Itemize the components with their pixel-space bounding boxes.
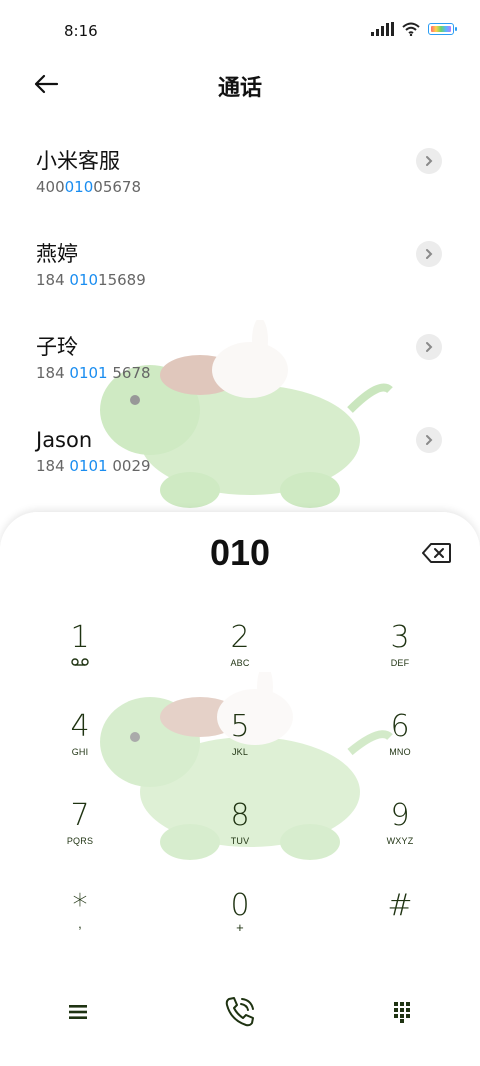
- contact-name: 子玲: [36, 335, 78, 359]
- list-item[interactable]: 燕婷 184 01015689: [0, 223, 480, 316]
- search-results-list: 小米客服 40001005678 燕婷 184 01015689 子玲 184 …: [0, 130, 480, 502]
- call-button[interactable]: [210, 982, 270, 1042]
- status-bar: 8:16: [0, 0, 480, 62]
- signal-icon: [371, 22, 394, 36]
- status-icons: [371, 22, 457, 36]
- key-9[interactable]: 9 WXYZ: [340, 798, 460, 878]
- list-item[interactable]: 小米客服 40001005678: [0, 130, 480, 223]
- contact-name: Jason: [36, 428, 93, 452]
- voicemail-icon: [71, 658, 89, 666]
- backspace-button[interactable]: [422, 542, 452, 566]
- dial-input[interactable]: 010: [0, 532, 480, 574]
- dialpad-icon: [394, 1002, 410, 1023]
- menu-icon: [69, 1005, 87, 1019]
- chevron-right-icon: [426, 156, 433, 166]
- list-item[interactable]: Jason 184 0101 0029: [0, 409, 480, 502]
- key-0[interactable]: 0 +: [180, 888, 300, 968]
- key-4[interactable]: 4 GHI: [20, 709, 140, 789]
- dialpad-panel: 010 1 2 ABC 3 DEF 4 GHI 5 JKL 6 MNO 7 PQ…: [0, 512, 480, 1066]
- battery-icon: [428, 23, 457, 35]
- contact-number: 40001005678: [36, 178, 141, 196]
- phone-call-icon: [225, 997, 254, 1027]
- wifi-icon: [402, 22, 420, 36]
- chevron-right-icon: [426, 435, 433, 445]
- key-8[interactable]: 8 TUV: [180, 798, 300, 878]
- contact-number: 184 01015689: [36, 271, 146, 289]
- backspace-icon: [422, 543, 451, 563]
- contact-detail-button[interactable]: [416, 241, 442, 267]
- page-title: 通话: [217, 76, 262, 101]
- key-6[interactable]: 6 MNO: [340, 709, 460, 789]
- hide-dialpad-button[interactable]: [372, 982, 432, 1042]
- contact-detail-button[interactable]: [416, 148, 442, 174]
- contact-detail-button[interactable]: [416, 334, 442, 360]
- chevron-right-icon: [426, 249, 433, 259]
- contact-name: 燕婷: [36, 242, 78, 266]
- dialer-bottom-bar: [0, 982, 480, 1042]
- contact-number: 184 0101 0029: [36, 457, 151, 475]
- key-star[interactable]: * ,: [20, 888, 140, 968]
- list-item[interactable]: 子玲 184 0101 5678: [0, 316, 480, 409]
- key-1[interactable]: 1: [20, 620, 140, 700]
- key-2[interactable]: 2 ABC: [180, 620, 300, 700]
- status-time: 8:16: [64, 22, 98, 40]
- key-3[interactable]: 3 DEF: [340, 620, 460, 700]
- chevron-right-icon: [426, 342, 433, 352]
- key-hash[interactable]: #: [340, 888, 460, 968]
- contact-name: 小米客服: [36, 149, 120, 173]
- contact-number: 184 0101 5678: [36, 364, 151, 382]
- contact-detail-button[interactable]: [416, 427, 442, 453]
- key-7[interactable]: 7 PQRS: [20, 798, 140, 878]
- menu-button[interactable]: [48, 982, 108, 1042]
- key-5[interactable]: 5 JKL: [180, 709, 300, 789]
- header: 通话: [0, 62, 480, 106]
